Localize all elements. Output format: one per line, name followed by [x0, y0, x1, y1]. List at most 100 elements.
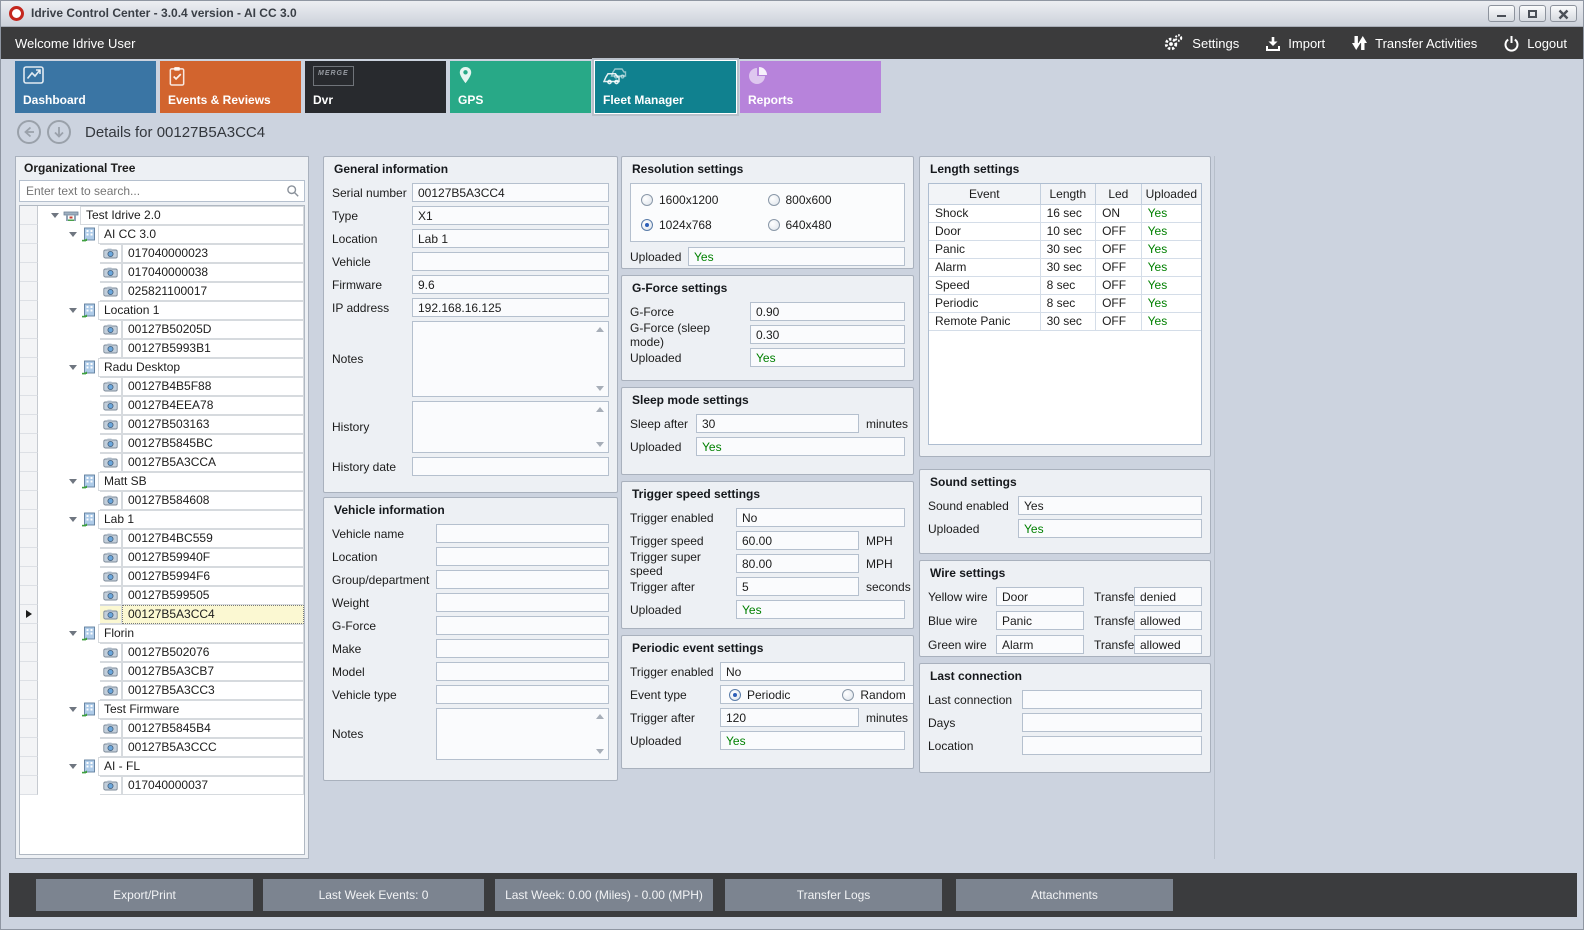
tree-node-label[interactable]: Florin: [98, 624, 304, 643]
sleep-after-input[interactable]: [696, 414, 859, 433]
green-wire-input[interactable]: [996, 635, 1084, 654]
tree-node-row[interactable]: 00127B4B5F88: [20, 377, 304, 396]
tree-node-row[interactable]: Location 1: [20, 301, 304, 320]
table-row[interactable]: Periodic8 secOFFYes: [929, 294, 1201, 312]
radio-icon[interactable]: [641, 194, 653, 206]
uploaded-input[interactable]: [1018, 519, 1202, 538]
uploaded-input[interactable]: [750, 348, 905, 367]
trigger-enabled-input[interactable]: [736, 508, 905, 527]
tree-node-label[interactable]: 00127B50205D: [122, 320, 304, 339]
radio-option-1024x768[interactable]: 1024x768: [641, 218, 768, 232]
table-row[interactable]: Door10 secOFFYes: [929, 222, 1201, 240]
tree-node-label[interactable]: 00127B4BC559: [122, 529, 304, 548]
tab-reports[interactable]: Reports: [740, 61, 881, 113]
uploaded-input[interactable]: [696, 437, 905, 456]
scroll-up-icon[interactable]: [596, 407, 604, 412]
tree-node-row[interactable]: 00127B5A3CCA: [20, 453, 304, 472]
scroll-down-icon[interactable]: [596, 749, 604, 754]
tree-node-label[interactable]: 00127B5A3CCC: [122, 738, 304, 757]
tree-node-row[interactable]: Test Idrive 2.0: [20, 206, 304, 225]
minimize-button[interactable]: [1488, 5, 1515, 22]
tree-node-row[interactable]: 00127B5A3CB7: [20, 662, 304, 681]
history-date-input[interactable]: [412, 457, 609, 476]
tree-node-row[interactable]: 017040000037: [20, 776, 304, 795]
tree-node-label[interactable]: 025821100017: [122, 282, 304, 301]
column-header[interactable]: Led: [1096, 184, 1142, 204]
expander-icon[interactable]: [66, 358, 80, 377]
green-wire-transfer-input[interactable]: [1134, 635, 1202, 654]
tab-fleet-manager[interactable]: Fleet Manager: [595, 61, 736, 113]
vehicle-name-input[interactable]: [436, 524, 609, 543]
tree-node-row[interactable]: 00127B5A3CC4: [20, 605, 304, 624]
make-input[interactable]: [436, 639, 609, 658]
tree-node-row[interactable]: 00127B584608: [20, 491, 304, 510]
blue-wire-input[interactable]: [996, 611, 1084, 630]
tab-dvr[interactable]: MERGE Dvr: [305, 61, 446, 113]
tree-node-row[interactable]: Matt SB: [20, 472, 304, 491]
blue-wire-transfer-input[interactable]: [1134, 611, 1202, 630]
expander-icon[interactable]: [66, 624, 80, 643]
tree-node-row[interactable]: Test Firmware: [20, 700, 304, 719]
tree-node-row[interactable]: AI CC 3.0: [20, 225, 304, 244]
column-header[interactable]: Length: [1040, 184, 1095, 204]
close-button[interactable]: [1550, 5, 1577, 22]
expander-icon[interactable]: [66, 301, 80, 320]
tree-node-label[interactable]: 00127B5A3CB7: [122, 662, 304, 681]
tree-node-label[interactable]: Matt SB: [98, 472, 304, 491]
type-input[interactable]: [412, 206, 609, 225]
tree-node-row[interactable]: 00127B5845BC: [20, 434, 304, 453]
notes-textarea[interactable]: [412, 321, 609, 397]
tree-node-row[interactable]: 00127B503163: [20, 415, 304, 434]
tree-node-row[interactable]: 00127B599505: [20, 586, 304, 605]
model-input[interactable]: [436, 662, 609, 681]
scroll-down-icon[interactable]: [596, 442, 604, 447]
ip-address-input[interactable]: [412, 298, 609, 317]
tree-node-row[interactable]: Florin: [20, 624, 304, 643]
last-week-events-button[interactable]: Last Week Events: 0: [263, 879, 484, 911]
tree-node-label[interactable]: Lab 1: [98, 510, 304, 529]
tree-node-label[interactable]: Test Firmware: [98, 700, 304, 719]
expander-icon[interactable]: [66, 510, 80, 529]
tree-node-label[interactable]: 00127B5993B1: [122, 339, 304, 358]
tree-node-label[interactable]: AI CC 3.0: [98, 225, 304, 244]
radio-icon[interactable]: [641, 219, 653, 231]
sound-enabled-input[interactable]: [1018, 496, 1202, 515]
tree-search-input[interactable]: [19, 180, 305, 202]
location-input[interactable]: [1022, 736, 1202, 755]
uploaded-input[interactable]: [720, 731, 905, 750]
trigger-after-input[interactable]: [736, 577, 859, 596]
tree-node-row[interactable]: 017040000038: [20, 263, 304, 282]
radio-icon[interactable]: [729, 689, 741, 701]
uploaded-input[interactable]: [688, 247, 905, 266]
table-row[interactable]: Shock16 secONYes: [929, 204, 1201, 222]
last-connection-input[interactable]: [1022, 690, 1202, 709]
tree-node-label[interactable]: Test Idrive 2.0: [80, 206, 304, 225]
tree-node-label[interactable]: AI - FL: [98, 757, 304, 776]
notes-textarea[interactable]: [436, 708, 609, 760]
table-row[interactable]: Alarm30 secOFFYes: [929, 258, 1201, 276]
table-row[interactable]: Speed8 secOFFYes: [929, 276, 1201, 294]
scroll-down-icon[interactable]: [596, 386, 604, 391]
tree-node-row[interactable]: 025821100017: [20, 282, 304, 301]
tree-node-label[interactable]: 017040000037: [122, 776, 304, 795]
tree-node-label[interactable]: 00127B5A3CC4: [122, 605, 304, 624]
days-input[interactable]: [1022, 713, 1202, 732]
expand-down-button[interactable]: [47, 120, 71, 144]
column-header[interactable]: Uploaded: [1141, 184, 1201, 204]
trigger-enabled-input[interactable]: [720, 662, 905, 681]
tree-node-label[interactable]: 00127B503163: [122, 415, 304, 434]
tree-node-row[interactable]: 00127B5993B1: [20, 339, 304, 358]
table-row[interactable]: Panic30 secOFFYes: [929, 240, 1201, 258]
tab-gps[interactable]: GPS: [450, 61, 591, 113]
group-department-input[interactable]: [436, 570, 609, 589]
attachments-button[interactable]: Attachments: [956, 879, 1173, 911]
serial-number-input[interactable]: [412, 183, 609, 202]
tree-node-row[interactable]: 00127B5A3CC3: [20, 681, 304, 700]
vehicle-type-input[interactable]: [436, 685, 609, 704]
tree-node-label[interactable]: 00127B4B5F88: [122, 377, 304, 396]
tree-node-row[interactable]: 00127B59940F: [20, 548, 304, 567]
g-force-input[interactable]: [436, 616, 609, 635]
tree-node-row[interactable]: Radu Desktop: [20, 358, 304, 377]
radio-option-640x480[interactable]: 640x480: [768, 218, 895, 232]
tab-dashboard[interactable]: Dashboard: [15, 61, 156, 113]
